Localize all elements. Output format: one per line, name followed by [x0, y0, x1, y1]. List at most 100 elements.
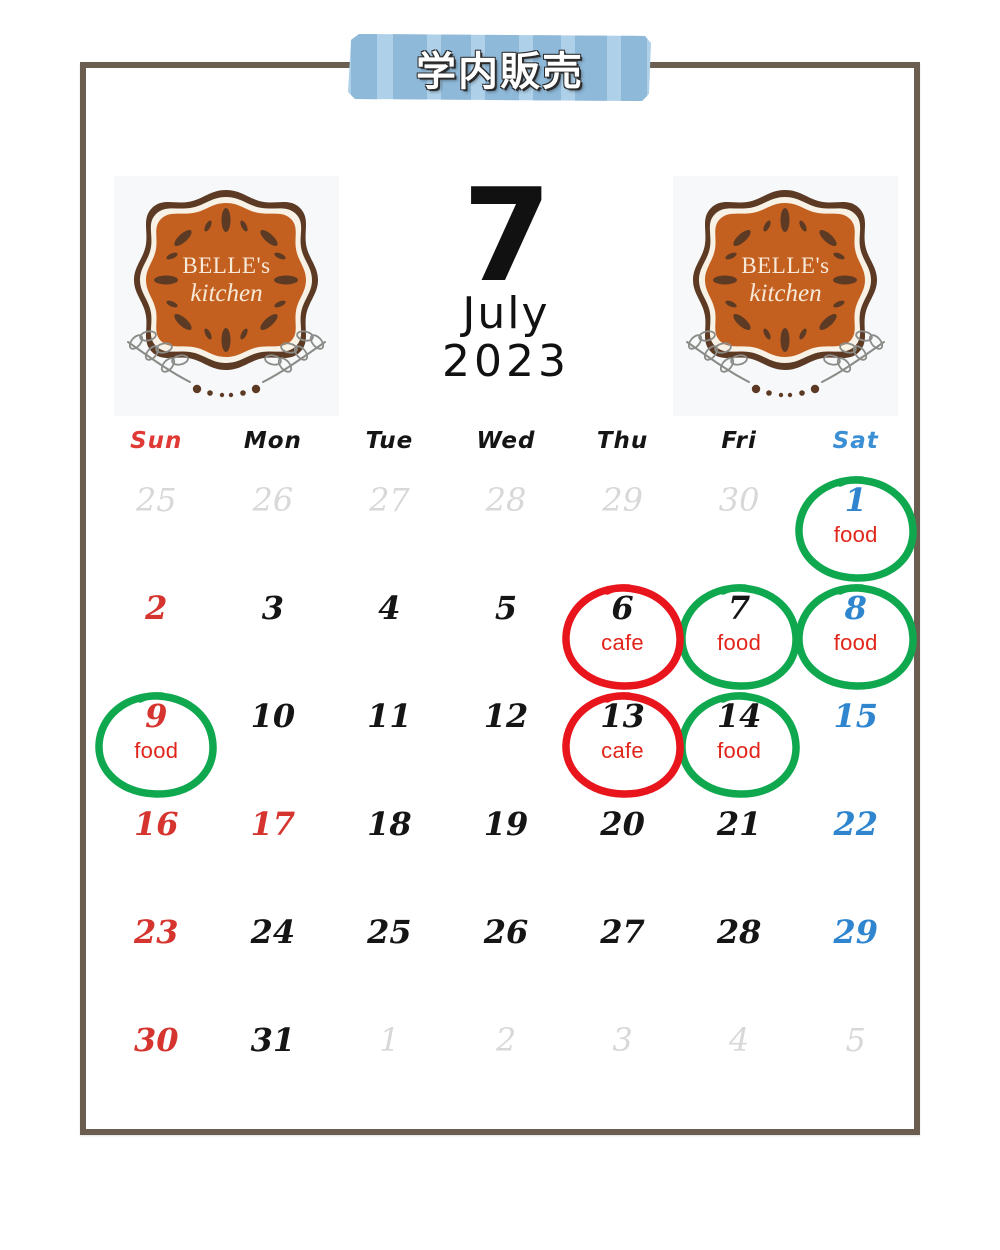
calendar-day-grid: 25 26 27 28 29 30 1 food 2 3 4 5 6 cafe 7 food 8 food 9 foo…	[86, 468, 926, 1116]
weekday-label-wed: Wed	[476, 428, 536, 454]
day-cell[interactable]: 26	[448, 900, 565, 1008]
brand-logo-left: BELLE's kitchen	[114, 176, 339, 416]
day-cell[interactable]: 29	[797, 900, 914, 1008]
day-cell[interactable]: 3	[564, 1008, 681, 1116]
day-number: 28	[485, 481, 527, 519]
day-cell[interactable]: 5	[448, 576, 565, 684]
day-cell[interactable]: 2	[448, 1008, 565, 1116]
day-cell[interactable]: 25	[98, 468, 215, 576]
day-cell[interactable]: 13 cafe	[561, 684, 684, 798]
weekday-label-fri: Fri	[721, 428, 757, 454]
day-number: 27	[600, 913, 645, 951]
day-cell[interactable]: 23	[98, 900, 215, 1008]
day-number: 26	[483, 913, 529, 951]
calendar-header: BELLE's kitchen 7 July 2023 BELLE's kitc…	[86, 162, 926, 416]
day-cell[interactable]: 19	[448, 792, 565, 900]
day-cell[interactable]: 29	[564, 468, 681, 576]
day-number: 4	[378, 589, 401, 627]
day-event-label: food	[717, 738, 762, 763]
day-number: 31	[250, 1021, 296, 1059]
day-event-label: cafe	[601, 630, 644, 655]
day-event-label: food	[833, 522, 878, 547]
weekday-header-row: Sun Mon Tue Wed Thu Fri Sat	[86, 428, 926, 454]
day-cell[interactable]: 2	[98, 576, 215, 684]
day-cell[interactable]: 3	[215, 576, 332, 684]
day-number: 11	[367, 697, 412, 735]
weekday-label-sat: Sat	[832, 428, 879, 454]
day-cell[interactable]: 4	[681, 1008, 798, 1116]
day-number: 14	[716, 697, 762, 735]
month-name: July	[462, 287, 550, 339]
day-cell[interactable]: 6 cafe	[561, 576, 684, 690]
day-cell[interactable]: 4	[331, 576, 448, 684]
day-number: 22	[833, 805, 878, 843]
day-number: 26	[252, 481, 294, 519]
weekday-label-tue: Tue	[365, 428, 414, 454]
weekday-label-mon: Mon	[243, 428, 302, 454]
day-cell[interactable]: 24	[215, 900, 332, 1008]
day-number: 7	[728, 589, 751, 627]
day-number: 12	[483, 697, 529, 735]
day-number: 5	[845, 1021, 866, 1059]
day-cell[interactable]: 30	[98, 1008, 215, 1116]
day-number: 4	[728, 1021, 750, 1059]
day-cell[interactable]: 16	[98, 792, 215, 900]
day-cell[interactable]: 15	[797, 684, 914, 792]
day-number: 21	[716, 805, 762, 843]
day-number: 1	[379, 1021, 400, 1059]
month-title: 7 July 2023	[406, 162, 606, 384]
day-cell[interactable]: 1	[331, 1008, 448, 1116]
day-cell[interactable]: 22	[797, 792, 914, 900]
day-cell[interactable]: 11	[331, 684, 448, 792]
weekday-label-sun: Sun	[130, 428, 183, 454]
day-cell[interactable]: 8 food	[794, 576, 917, 690]
month-number: 7	[462, 162, 551, 311]
day-number: 10	[250, 697, 296, 735]
day-cell[interactable]: 25	[331, 900, 448, 1008]
day-cell[interactable]: 30	[681, 468, 798, 576]
day-cell[interactable]: 1 food	[794, 468, 917, 582]
day-number: 6	[611, 589, 634, 627]
day-cell[interactable]: 27	[564, 900, 681, 1008]
day-cell[interactable]: 12	[448, 684, 565, 792]
day-cell[interactable]: 21	[681, 792, 798, 900]
day-cell[interactable]: 5	[797, 1008, 914, 1116]
day-number: 24	[250, 913, 296, 951]
day-number: 5	[494, 589, 518, 627]
day-cell[interactable]: 28	[448, 468, 565, 576]
day-cell[interactable]: 26	[215, 468, 332, 576]
day-cell[interactable]: 14 food	[678, 684, 800, 798]
day-cell[interactable]: 10	[215, 684, 332, 792]
day-number: 16	[134, 805, 179, 843]
day-number: 19	[483, 805, 529, 843]
day-cell[interactable]: 27	[331, 468, 448, 576]
day-number: 9	[145, 697, 168, 735]
day-cell[interactable]: 7 food	[678, 576, 800, 690]
day-cell[interactable]: 31	[215, 1008, 332, 1116]
day-number: 3	[261, 589, 284, 627]
day-cell[interactable]: 18	[331, 792, 448, 900]
day-number: 2	[495, 1021, 517, 1059]
day-number: 28	[716, 913, 762, 951]
day-event-label: food	[717, 630, 762, 655]
day-cell[interactable]: 17	[215, 792, 332, 900]
banner-tape: 学内販売	[345, 34, 655, 102]
day-number: 25	[367, 913, 412, 951]
day-event-label: cafe	[601, 738, 644, 763]
day-number: 29	[602, 481, 643, 519]
day-number: 2	[145, 589, 168, 627]
day-number: 8	[844, 589, 867, 627]
day-cell[interactable]: 9 food	[95, 684, 218, 798]
day-cell[interactable]: 28	[681, 900, 798, 1008]
day-cell[interactable]: 20	[564, 792, 681, 900]
day-number: 27	[369, 481, 410, 519]
day-number: 15	[833, 697, 878, 735]
day-number: 3	[612, 1021, 633, 1059]
day-number: 18	[367, 805, 412, 843]
day-number: 23	[134, 913, 179, 951]
day-number: 30	[134, 1021, 179, 1059]
day-number: 13	[600, 697, 645, 735]
day-number: 29	[833, 913, 878, 951]
day-number: 25	[135, 481, 177, 519]
day-event-label: food	[134, 738, 179, 763]
